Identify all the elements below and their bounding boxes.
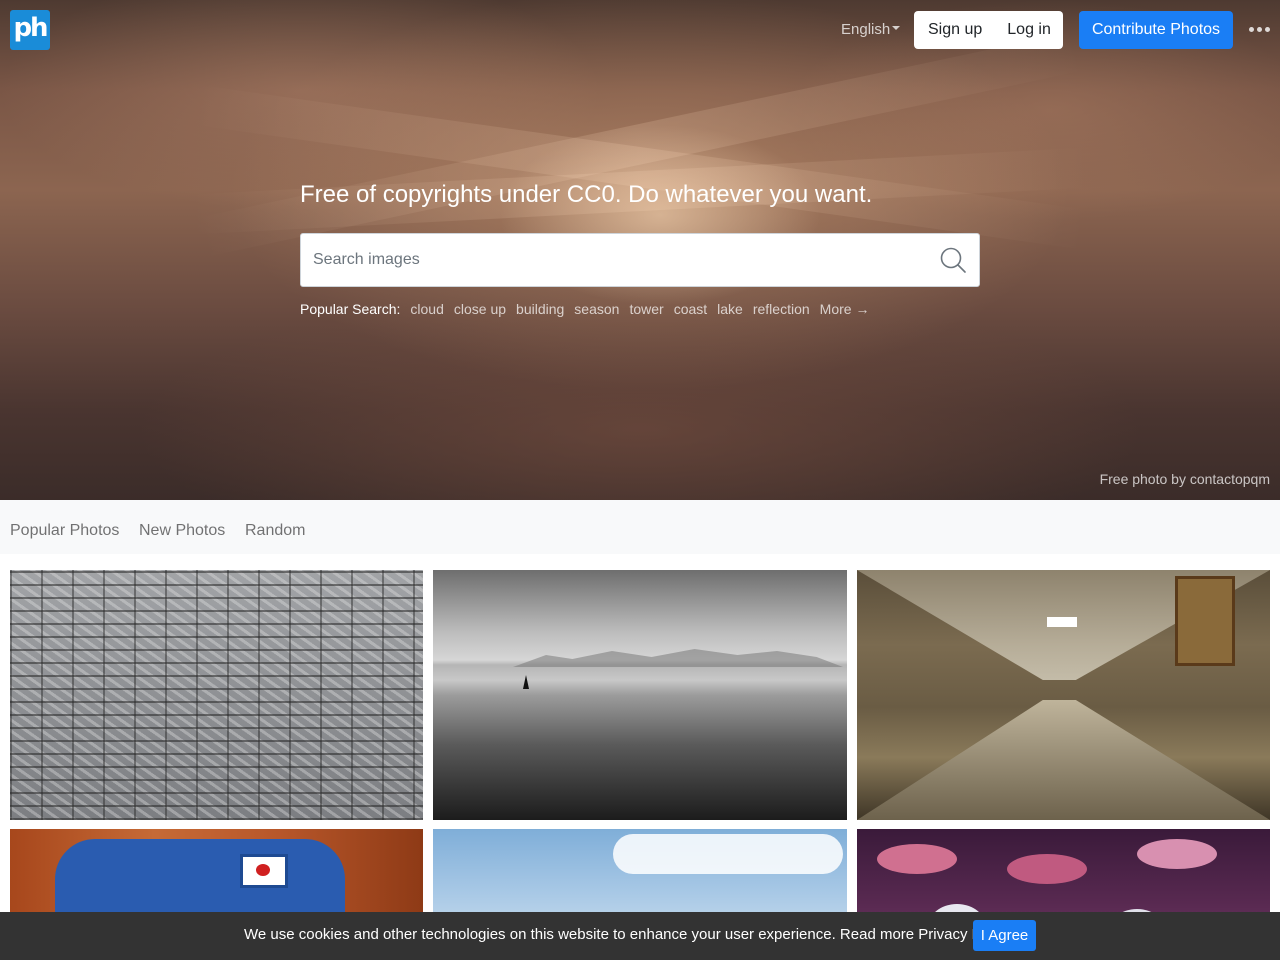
tab-random[interactable]: Random: [245, 521, 305, 541]
tab-popular-photos[interactable]: Popular Photos: [10, 521, 119, 541]
photo-thumbnail[interactable]: [433, 570, 847, 820]
site-logo[interactable]: ph: [10, 10, 50, 50]
language-label: English: [841, 21, 891, 38]
popular-searches: Popular Search: cloud close up building seas…: [300, 300, 879, 318]
photo-tabs: Popular Photos New Photos Random: [0, 500, 1280, 554]
popular-tag[interactable]: reflection: [753, 301, 810, 317]
sign-up-button[interactable]: Sign up: [928, 21, 982, 39]
search-input[interactable]: [313, 234, 913, 286]
search-box: [300, 233, 980, 287]
cookie-message: We use cookies and other technologies on…: [244, 926, 1015, 943]
popular-search-label: Popular Search:: [300, 301, 401, 317]
hero-banner: ph English Sign up Log in Contribute Pho…: [0, 0, 1280, 500]
language-selector[interactable]: English: [841, 20, 901, 40]
photo-thumbnail[interactable]: [857, 570, 1270, 820]
popular-tag[interactable]: building: [516, 301, 564, 317]
agree-button[interactable]: I Agree: [973, 920, 1036, 951]
more-horizontal-icon[interactable]: [1249, 27, 1271, 35]
popular-tag[interactable]: cloud: [410, 301, 443, 317]
caret-down-icon: [892, 26, 901, 31]
search-icon[interactable]: [939, 246, 967, 274]
popular-tag[interactable]: season: [574, 301, 619, 317]
cookie-banner: We use cookies and other technologies on…: [0, 912, 1280, 960]
photo-credit[interactable]: Free photo by contactopqm: [1100, 470, 1270, 488]
tab-new-photos[interactable]: New Photos: [139, 521, 225, 541]
popular-tag[interactable]: coast: [674, 301, 707, 317]
log-in-button[interactable]: Log in: [1007, 21, 1051, 39]
auth-group: Sign up Log in: [914, 11, 1063, 49]
popular-tag[interactable]: close up: [454, 301, 506, 317]
hero-tagline: Free of copyrights under CC0. Do whateve…: [300, 181, 873, 208]
photo-thumbnail[interactable]: [10, 570, 423, 820]
more-tags-link[interactable]: More →: [820, 301, 870, 317]
contribute-photos-button[interactable]: Contribute Photos: [1079, 11, 1233, 49]
popular-tag[interactable]: tower: [629, 301, 663, 317]
popular-tag[interactable]: lake: [717, 301, 743, 317]
